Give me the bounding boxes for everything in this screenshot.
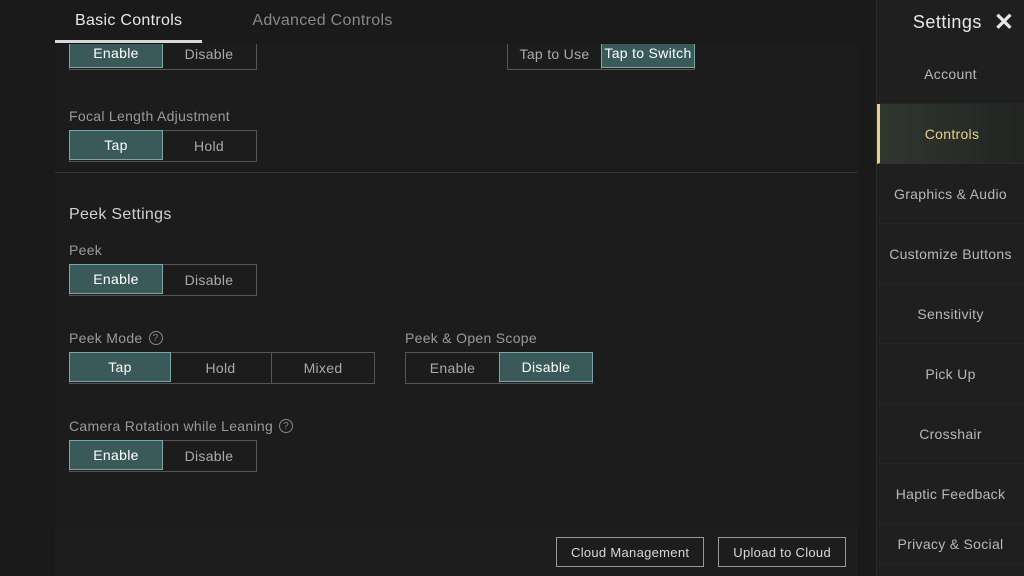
sidebar-item-crosshair[interactable]: Crosshair [877, 404, 1024, 464]
sidebar-item-haptic[interactable]: Haptic Feedback [877, 464, 1024, 524]
info-icon[interactable]: ? [279, 419, 293, 433]
sidebar-item-customize[interactable]: Customize Buttons [877, 224, 1024, 284]
sidebar: Settings ✕ Account Controls Graphics & A… [876, 0, 1024, 576]
peek-mode-mixed-button[interactable]: Mixed [272, 353, 374, 383]
tap-to-switch-button[interactable]: Tap to Switch [601, 44, 695, 68]
focal-length-label: Focal Length Adjustment [69, 108, 844, 124]
tap-to-use-button[interactable]: Tap to Use [508, 44, 602, 69]
peek-mode-hold-button[interactable]: Hold [170, 353, 272, 383]
sidebar-item-pickup[interactable]: Pick Up [877, 344, 1024, 404]
peek-open-scope-label: Peek & Open Scope [405, 330, 593, 346]
peek-mode-label: Peek Mode ? [69, 330, 375, 346]
peek-enable-button[interactable]: Enable [69, 264, 163, 294]
focal-hold-button[interactable]: Hold [162, 131, 256, 161]
close-icon[interactable]: ✕ [994, 8, 1014, 37]
info-icon[interactable]: ? [149, 331, 163, 345]
main-panel: Basic Controls Advanced Controls Enable … [0, 0, 876, 576]
upload-to-cloud-button[interactable]: Upload to Cloud [718, 537, 846, 567]
peek-mode-tap-button[interactable]: Tap [69, 352, 171, 382]
peek-scope-disable-button[interactable]: Disable [499, 352, 593, 382]
focal-tap-button[interactable]: Tap [69, 130, 163, 160]
cloud-management-button[interactable]: Cloud Management [556, 537, 704, 567]
peek-disable-button[interactable]: Disable [162, 265, 256, 295]
camera-lean-enable-button[interactable]: Enable [69, 440, 163, 470]
sidebar-item-account[interactable]: Account [877, 44, 1024, 104]
tab-basic-controls[interactable]: Basic Controls [55, 2, 202, 43]
sidebar-item-graphics[interactable]: Graphics & Audio [877, 164, 1024, 224]
sidebar-item-controls[interactable]: Controls [877, 104, 1024, 164]
settings-title: Settings [913, 12, 982, 33]
partial-enable-button[interactable]: Enable [69, 44, 163, 68]
tab-row: Basic Controls Advanced Controls [55, 2, 413, 43]
sidebar-item-sensitivity[interactable]: Sensitivity [877, 284, 1024, 344]
peek-settings-title: Peek Settings [69, 206, 844, 224]
peek-scope-enable-button[interactable]: Enable [406, 353, 500, 383]
settings-scroll-area[interactable]: Enable Disable Tap to Use Tap to Switch … [55, 44, 858, 576]
camera-rotation-label: Camera Rotation while Leaning ? [69, 418, 844, 434]
partial-disable-button[interactable]: Disable [162, 44, 256, 69]
camera-lean-disable-button[interactable]: Disable [162, 441, 256, 471]
sidebar-item-privacy[interactable]: Privacy & Social [877, 524, 1024, 564]
peek-label: Peek [69, 242, 844, 258]
tab-advanced-controls[interactable]: Advanced Controls [232, 2, 412, 43]
